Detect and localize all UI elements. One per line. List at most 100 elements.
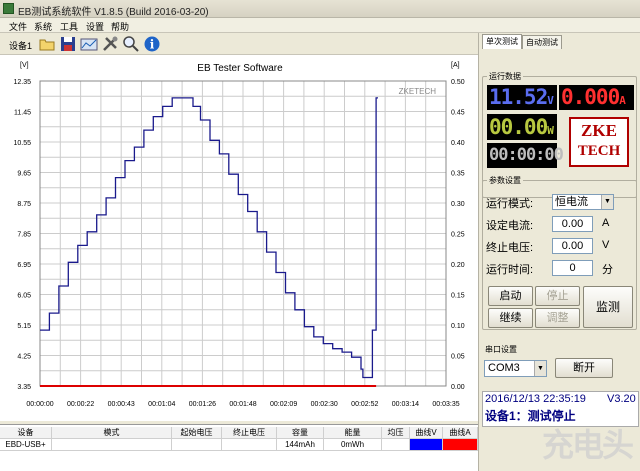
watermark-logo: 充电头 [541, 427, 634, 463]
x-tick-label: 00:00:43 [108, 401, 135, 408]
x-tick-label: 00:02:09 [270, 401, 297, 408]
status-version: V3.20 [607, 393, 636, 405]
status-time: 2016/12/13 22:35:19 [485, 393, 586, 405]
left-tick-label: 7.85 [17, 232, 31, 239]
runtime-unit: 分 [602, 264, 613, 276]
menu-system[interactable]: 系统 [34, 20, 52, 33]
parameter-group: 参数设置 运行模式: 恒电流 ▼ 设定电流: 0.00 A 终止电压: 0.00… [482, 175, 637, 330]
x-tick-label: 00:00:00 [26, 401, 53, 408]
table-cell [410, 439, 443, 451]
table-cell [52, 439, 172, 451]
left-tick-label: 6.95 [17, 262, 31, 269]
right-tick-label: 0.45 [451, 110, 465, 117]
serial-title: 串口设置 [483, 344, 519, 355]
current-value: 0.000 [561, 85, 620, 109]
left-axis-unit: [V] [20, 62, 29, 69]
table-cell [443, 439, 478, 451]
menu-help[interactable]: 帮助 [111, 20, 129, 33]
stop-button[interactable]: 停止 [535, 286, 580, 306]
menu-bar: 文件 系统 工具 设置 帮助 [0, 18, 640, 33]
mode-value: 恒电流 [555, 196, 588, 208]
right-tick-label: 0.40 [451, 140, 465, 147]
left-tick-label: 9.65 [17, 171, 31, 178]
set-current-input[interactable]: 0.00 [552, 216, 593, 232]
continue-button[interactable]: 继续 [488, 308, 533, 328]
table-cell: 0mWh [324, 439, 382, 451]
start-button[interactable]: 启动 [488, 286, 533, 306]
disconnect-button[interactable]: 断开 [555, 358, 613, 378]
left-tick-label: 6.05 [17, 293, 31, 300]
com-port-select[interactable]: COM3 ▼ [484, 360, 547, 377]
table-header-cell: 设备 [0, 427, 52, 439]
menu-tools[interactable]: 工具 [60, 20, 78, 33]
right-tick-label: 0.20 [451, 262, 465, 269]
chart-watermark: ZKETECH [399, 87, 437, 96]
mode-label: 运行模式: [486, 198, 534, 210]
table-header-cell: 曲线V [410, 427, 443, 439]
current-display: 0.000A [559, 85, 634, 110]
save-icon[interactable] [59, 35, 77, 53]
right-tick-label: 0.35 [451, 171, 465, 178]
chart-svg: EB Tester Software [V] [A] ZKETECH 12.35… [13, 62, 465, 408]
power-unit: W [547, 124, 554, 137]
x-tick-label: 00:03:35 [432, 401, 459, 408]
left-tick-label: 11.45 [14, 110, 31, 117]
stop-voltage-unit: V [602, 239, 610, 251]
x-tick-label: 00:03:14 [392, 401, 419, 408]
status-panel: 2016/12/13 22:35:19 V3.20 设备1：测试停止 [482, 391, 639, 427]
table-header-cell: 曲线A [443, 427, 478, 439]
runtime-label: 运行时间: [486, 264, 534, 276]
right-panel: 单次测试 自动测试 运行数据 11.52V 0.000A 00.00W 00:0… [478, 33, 640, 471]
right-axis-unit: [A] [451, 62, 460, 69]
com-port-value: COM3 [488, 362, 520, 374]
table-cell [382, 439, 410, 451]
voltage-value: 11.52 [489, 85, 548, 109]
tab-single-test[interactable]: 单次测试 [482, 34, 522, 49]
power-value: 00.00 [489, 115, 548, 139]
mode-select[interactable]: 恒电流 ▼ [552, 194, 614, 210]
tab-auto-test[interactable]: 自动测试 [522, 35, 562, 49]
chevron-down-icon[interactable]: ▼ [601, 195, 613, 209]
chevron-down-icon[interactable]: ▼ [534, 361, 546, 376]
voltage-display: 11.52V [487, 85, 557, 110]
device-label: 设备1 [9, 41, 33, 51]
zke-logo: ZKE TECH [569, 117, 629, 167]
right-tick-label: 0.00 [451, 384, 465, 391]
status-text: 设备1：测试停止 [485, 409, 576, 423]
table-header-cell: 模式 [52, 427, 172, 439]
zoom-icon[interactable] [122, 35, 140, 53]
time-display: 00:00:00 [487, 143, 564, 168]
table-header-cell: 容量 [277, 427, 324, 439]
left-tick-label: 4.25 [17, 354, 31, 361]
current-unit: A [619, 94, 626, 107]
x-tick-label: 00:01:48 [229, 401, 256, 408]
title-bar: EB测试系统软件 V1.8.5 (Build 2016-03-20) [0, 0, 640, 18]
right-tick-label: 0.50 [451, 79, 465, 86]
stop-voltage-input[interactable]: 0.00 [552, 238, 593, 254]
running-data-title: 运行数据 [487, 71, 523, 82]
chart-title: EB Tester Software [197, 63, 283, 74]
x-tick-label: 00:01:26 [189, 401, 216, 408]
menu-settings[interactable]: 设置 [86, 20, 104, 33]
monitor-button[interactable]: 监测 [583, 286, 633, 328]
power-display: 00.00W [487, 114, 557, 140]
left-tick-label: 10.55 [13, 140, 31, 147]
info-icon[interactable]: i [143, 35, 161, 53]
voltage-unit: V [547, 94, 554, 107]
right-tick-label: 0.30 [451, 201, 465, 208]
toolbar: 设备1 i [0, 33, 478, 55]
tools-icon[interactable] [101, 35, 119, 53]
x-tick-label: 00:00:22 [67, 401, 94, 408]
summary-table: 设备 模式 起始电压 终止电压 容量 能量 均压 曲线V 曲线A EBD-USB+ 144mAh 0… [0, 424, 478, 471]
left-tick-label: 12.35 [13, 79, 31, 86]
chart-icon[interactable] [80, 35, 98, 53]
adjust-button[interactable]: 调整 [535, 308, 580, 328]
menu-file[interactable]: 文件 [9, 20, 27, 33]
table-header-cell: 终止电压 [222, 427, 277, 439]
table-cell: EBD-USB+ [0, 439, 52, 451]
set-current-unit: A [602, 217, 610, 229]
x-tick-label: 00:02:52 [351, 401, 378, 408]
runtime-input[interactable]: 0 [552, 260, 593, 276]
folder-open-icon[interactable] [38, 35, 56, 53]
left-tick-label: 5.15 [17, 323, 31, 330]
